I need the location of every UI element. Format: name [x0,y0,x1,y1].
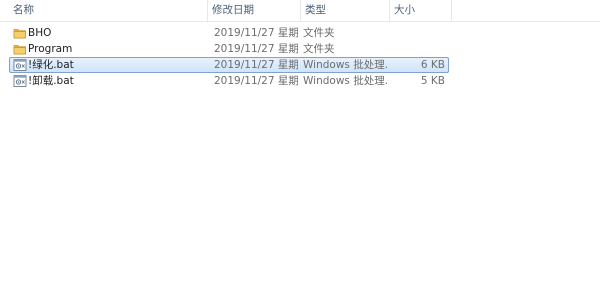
column-header-name[interactable]: 名称 ^ [9,0,206,21]
file-size: 5 KB [420,75,445,87]
column-header-bar: 名称 ^ 修改日期 类型 大小 [0,0,600,22]
column-header-date[interactable]: 修改日期 [208,0,300,21]
file-name: Program [28,43,73,55]
file-date: 2019/11/27 星期... [214,75,298,87]
file-name: !卸载.bat [28,75,74,87]
file-name: BHO [28,27,52,39]
file-explorer: 名称 ^ 修改日期 类型 大小 BHO 2019/11/27 星期... 文件夹 [0,0,600,308]
file-type: 文件夹 [303,27,335,39]
file-size: 6 KB [420,59,445,71]
file-date: 2019/11/27 星期... [214,27,298,39]
file-row-program[interactable]: Program 2019/11/27 星期... 文件夹 [9,41,449,57]
sort-ascending-icon: ^ [111,0,118,5]
file-row-bho[interactable]: BHO 2019/11/27 星期... 文件夹 [9,25,449,41]
file-date: 2019/11/27 星期... [214,59,298,71]
file-type: Windows 批处理... [303,75,387,87]
batch-file-icon [13,58,27,72]
folder-icon [13,42,27,56]
file-size [391,42,447,56]
column-divider[interactable] [451,0,452,21]
empty-list-area[interactable] [0,90,600,308]
file-row-green-bat[interactable]: !绿化.bat 2019/11/27 星期... Windows 批处理... … [9,57,449,73]
folder-icon [13,26,27,40]
file-size [391,26,447,40]
batch-file-icon [13,74,27,88]
column-header-size[interactable]: 大小 [390,0,450,21]
column-header-type[interactable]: 类型 [301,0,389,21]
file-row-uninstall-bat[interactable]: !卸载.bat 2019/11/27 星期... Windows 批处理... … [9,73,449,89]
column-header-type-label: 类型 [305,4,326,16]
file-name: !绿化.bat [28,59,74,71]
column-header-date-label: 修改日期 [212,4,254,16]
file-date: 2019/11/27 星期... [214,43,298,55]
column-header-size-label: 大小 [394,4,415,16]
file-type: 文件夹 [303,43,335,55]
file-type: Windows 批处理... [303,59,387,71]
column-header-name-label: 名称 [13,4,34,16]
